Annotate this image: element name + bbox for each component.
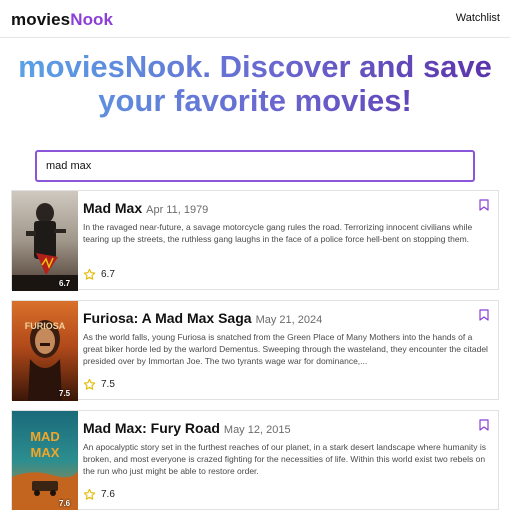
logo-text-nook: Nook	[70, 10, 114, 29]
rating-value: 6.7	[101, 269, 115, 280]
top-navbar: moviesNook Watchlist	[0, 0, 510, 38]
movie-title-line: Furiosa: A Mad Max Saga May 21, 2024	[83, 310, 322, 328]
bookmark-icon	[479, 199, 489, 211]
rating-value: 7.5	[101, 379, 115, 390]
movie-title[interactable]: Mad Max: Fury Road	[83, 420, 220, 436]
poster-rating-badge: 7.6	[59, 499, 71, 508]
bookmark-button[interactable]	[478, 419, 490, 433]
logo-text-movies: movies	[11, 10, 71, 29]
movie-card[interactable]: MAD MAX 7.6 Mad Max: Fury Road May 12, 20…	[11, 410, 499, 510]
movie-poster[interactable]: FURIOSA 7.5	[12, 301, 78, 401]
bookmark-icon	[479, 419, 489, 431]
hero-headline: moviesNook. Discover and save your favor…	[0, 50, 510, 118]
star-icon	[83, 488, 96, 500]
movie-title[interactable]: Furiosa: A Mad Max Saga	[83, 310, 252, 326]
release-date: Apr 11, 1979	[146, 204, 209, 216]
bookmark-icon	[479, 309, 489, 321]
bookmark-button[interactable]	[478, 309, 490, 323]
svg-text:FURIOSA: FURIOSA	[25, 321, 66, 331]
movie-poster[interactable]: 6.7	[12, 191, 78, 291]
site-logo[interactable]: moviesNook	[11, 10, 113, 30]
movie-title-line: Mad Max Apr 11, 1979	[83, 200, 208, 218]
movie-overview: An apocalyptic story set in the furthest…	[83, 442, 487, 476]
rating-row: 7.6	[83, 488, 115, 501]
movie-poster-art	[12, 191, 78, 291]
movie-overview: As the world falls, young Furiosa is sna…	[83, 332, 488, 366]
svg-text:MAX: MAX	[31, 445, 60, 460]
watchlist-link[interactable]: Watchlist	[456, 12, 500, 24]
rating-value: 7.6	[101, 489, 115, 500]
rating-row: 7.5	[83, 378, 115, 391]
release-date: May 21, 2024	[255, 314, 323, 326]
star-icon	[83, 378, 96, 390]
release-date: May 12, 2015	[223, 424, 291, 436]
movie-card[interactable]: FURIOSA 7.5 Furiosa: A Mad Max Saga May 2…	[11, 300, 499, 401]
svg-text:MAD: MAD	[30, 429, 60, 444]
poster-rating-badge: 7.5	[59, 389, 71, 398]
search-input[interactable]	[35, 150, 475, 182]
movie-title-line: Mad Max: Fury Road May 12, 2015	[83, 420, 291, 438]
movie-overview: In the ravaged near-future, a savage mot…	[83, 222, 473, 244]
bookmark-button[interactable]	[478, 199, 490, 213]
rating-row: 6.7	[83, 268, 115, 281]
movie-poster-art: MAD MAX	[12, 411, 78, 510]
movie-title[interactable]: Mad Max	[83, 200, 142, 216]
poster-rating-badge: 6.7	[59, 279, 71, 288]
movie-poster[interactable]: MAD MAX 7.6	[12, 411, 78, 510]
star-icon	[83, 268, 96, 280]
movie-poster-art: FURIOSA	[12, 301, 78, 401]
movie-card[interactable]: 6.7 Mad Max Apr 11, 1979 In the ravaged n…	[11, 190, 499, 291]
